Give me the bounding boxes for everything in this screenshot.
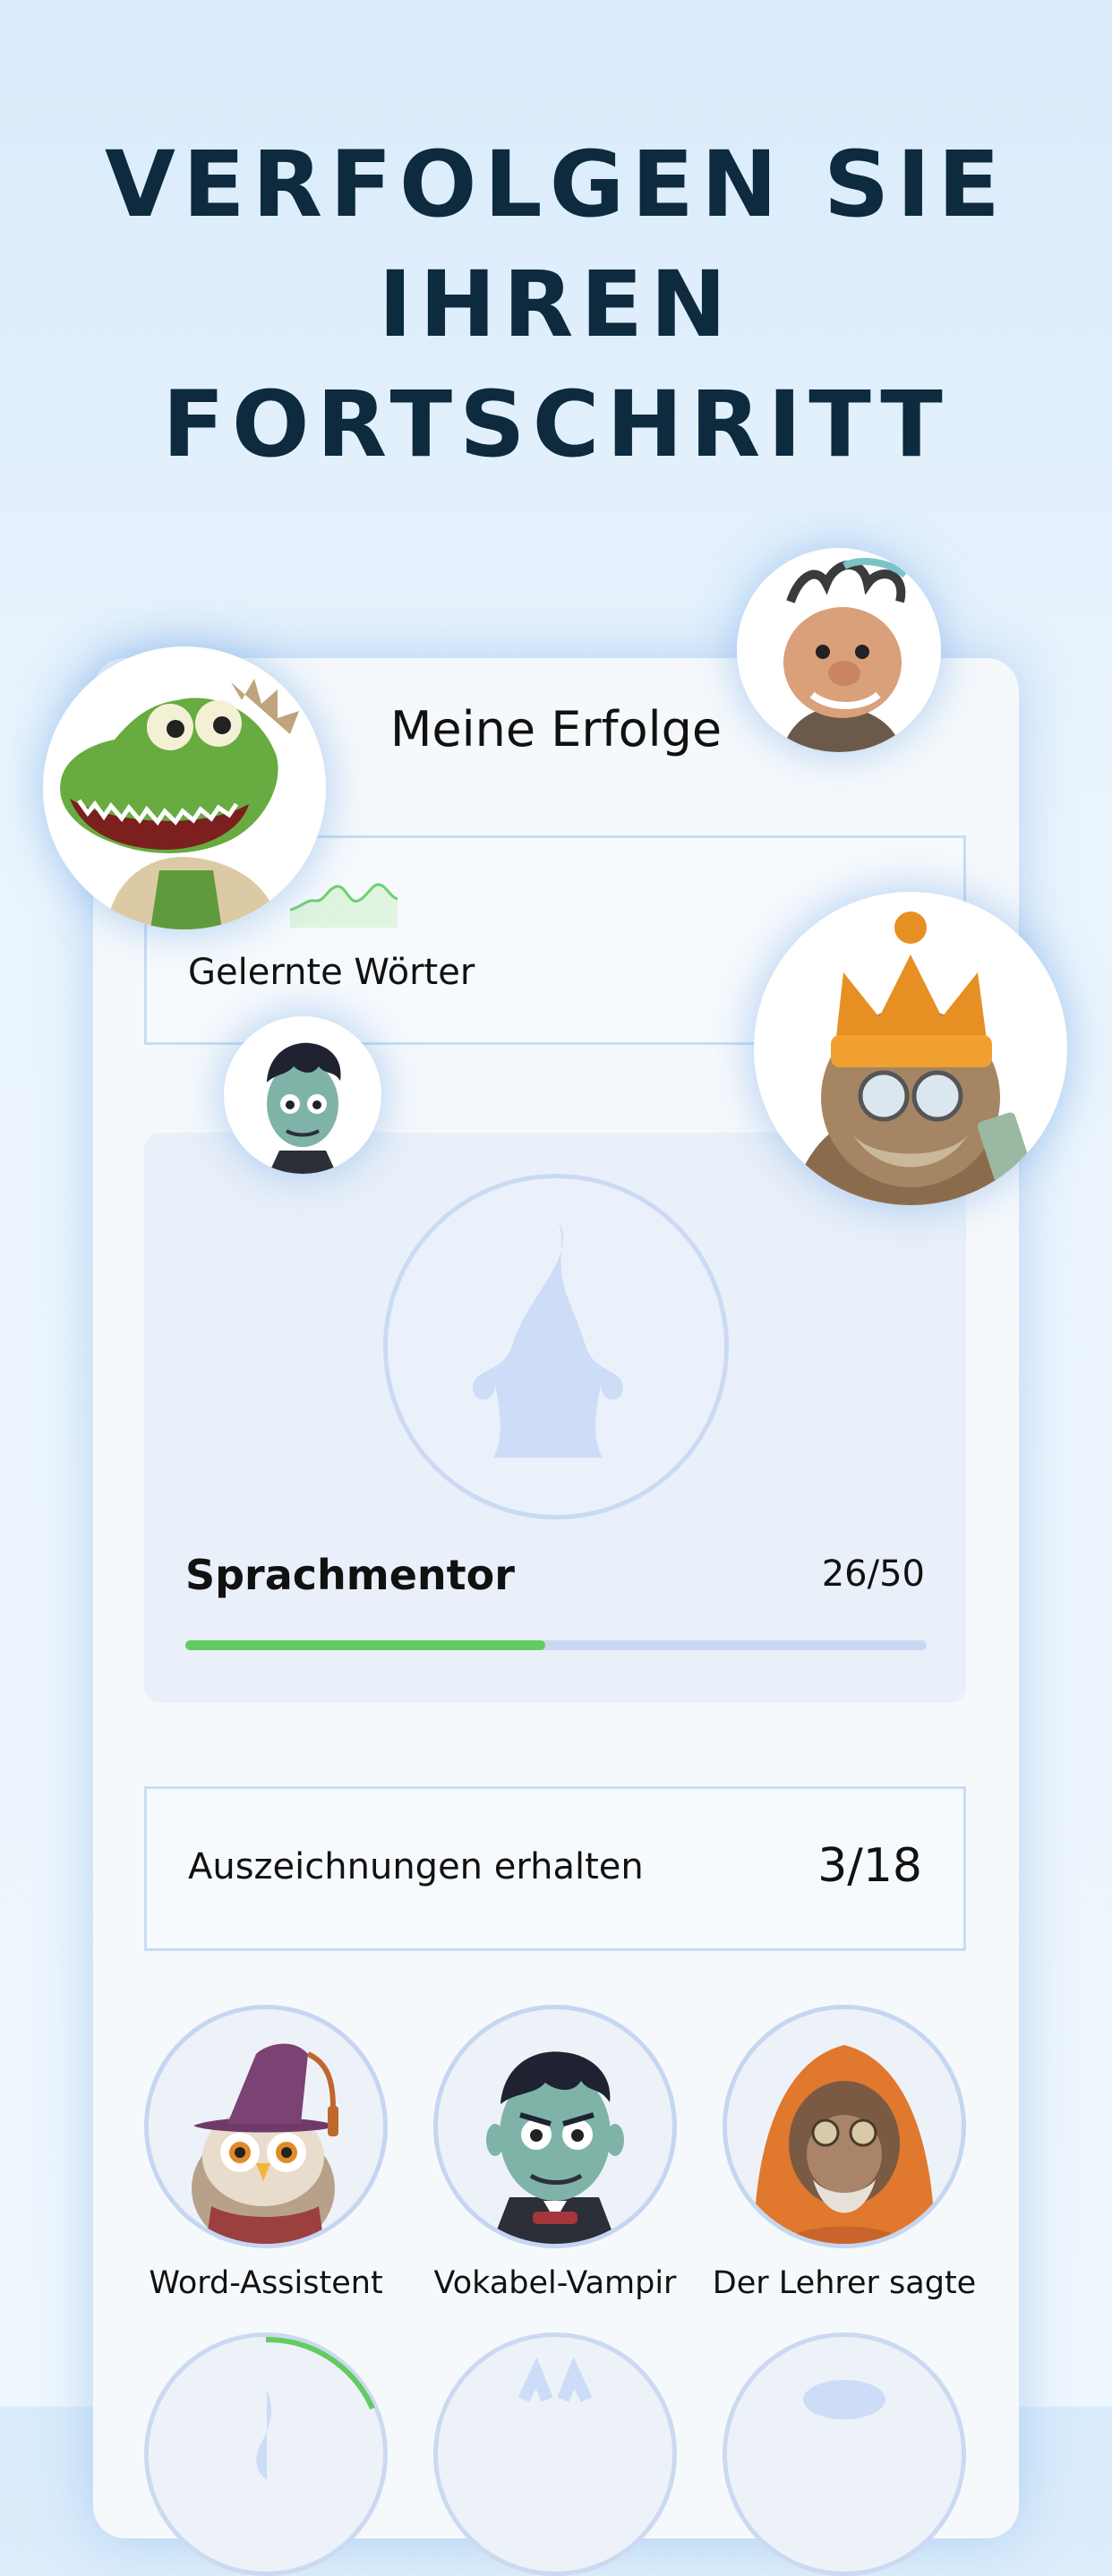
troll-avatar [737, 548, 941, 752]
awards-label: Auszeichnungen erhalten [188, 1846, 644, 1887]
badge-label-der-lehrer-sagte: Der Lehrer sagte [712, 2265, 977, 2301]
monk-ape-icon [754, 2045, 935, 2244]
badge-progress-ring [256, 2337, 375, 2480]
awards-received-panel[interactable]: Auszeichnungen erhalten 3/18 [144, 1786, 966, 1951]
badge-vokabel-vampir[interactable] [433, 2005, 677, 2248]
badge-locked-in-progress[interactable] [144, 2332, 388, 2576]
badge-locked[interactable] [723, 2332, 966, 2576]
achievement-name: Sprachmentor [185, 1551, 515, 1599]
vampire-avatar [224, 1016, 381, 1174]
achievement-progress-bar [185, 1640, 927, 1650]
crocodile-icon [60, 679, 299, 929]
badge-label-vokabel-vampir: Vokabel-Vampir [433, 2265, 677, 2301]
crowned-king-icon [790, 911, 1032, 1205]
words-sparkline [290, 883, 398, 928]
locked-silhouette-icon [803, 2380, 885, 2419]
vampir-icon [486, 2051, 624, 2244]
badge-der-lehrer-sagte[interactable] [723, 2005, 966, 2248]
achievement-panel[interactable]: Sprachmentor 26/50 [144, 1133, 966, 1703]
hero-title-line-1: VERFOLGEN SIE [105, 132, 1007, 238]
king-avatar [754, 892, 1067, 1205]
crocodile-avatar [43, 646, 326, 929]
owl-wizard-icon [192, 2043, 338, 2244]
hero-title-line-2: IHREN [378, 252, 734, 358]
hero-title: VERFOLGEN SIE IHREN FORTSCHRITT [0, 125, 1112, 485]
gnome-silhouette-icon [473, 1221, 623, 1458]
achievement-progress-fill [185, 1640, 545, 1650]
hero-title-line-3: FORTSCHRITT [162, 372, 950, 478]
troll-icon [782, 558, 908, 752]
achievement-count: 26/50 [821, 1553, 925, 1595]
awards-count: 3/18 [817, 1839, 922, 1893]
locked-silhouette-icon [518, 2357, 593, 2402]
badge-label-word-assistent: Word-Assistent [149, 2265, 383, 2301]
badge-word-assistent[interactable] [144, 2005, 388, 2248]
learned-words-label: Gelernte Wörter [188, 952, 475, 993]
vampire-small-icon [267, 1042, 341, 1174]
badge-locked[interactable] [433, 2332, 677, 2576]
locked-achievement-circle [383, 1174, 729, 1519]
